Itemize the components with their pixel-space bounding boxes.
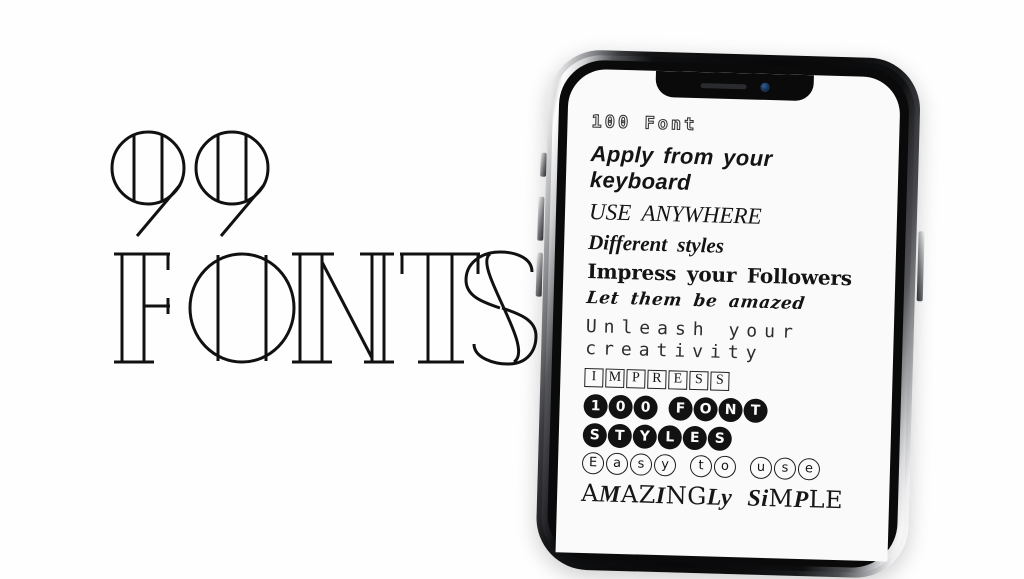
font-sample-let-them-be-amazed[interactable]: Let them be amazed <box>585 288 895 317</box>
hero-fonts-svg <box>114 250 538 366</box>
char-space <box>658 396 668 420</box>
circled-char: 0 <box>633 394 658 420</box>
front-camera-icon <box>759 82 770 92</box>
boxed-char: P <box>626 368 646 389</box>
font-sample-use-anywhere[interactable]: USE ANYWHERE <box>589 199 898 233</box>
boxed-char: E <box>668 369 688 390</box>
phone-screen: 100 Font Apply from your keyboard USE AN… <box>555 68 901 562</box>
font-sample-impress-your-followers[interactable]: Impress your Followers <box>587 259 896 291</box>
circled-char: 0 <box>608 394 633 419</box>
circled-char: N <box>718 397 743 422</box>
circled-char: a <box>605 452 629 475</box>
decorative-char <box>732 483 748 511</box>
font-sample-amazingly-simple[interactable]: AMAZINGLy SiMPLE <box>580 478 890 516</box>
circled-char: F <box>668 395 693 421</box>
hero-99-svg <box>110 130 270 237</box>
hero-word-fonts: FONTS <box>108 248 538 368</box>
circled-char: T <box>743 398 768 423</box>
boxed-char: S <box>710 371 730 391</box>
circled-char: Y <box>632 423 658 449</box>
font-sample-unleash-your-creativity[interactable]: Unleash your creativity <box>585 316 871 369</box>
font-sample-list: 100 Font Apply from your keyboard USE AN… <box>557 68 901 523</box>
font-sample-easy-to-use[interactable]: Easytouse <box>581 451 890 483</box>
circled-char: o <box>713 455 737 478</box>
font-sample-apply-from-your-keyboard[interactable]: Apply from your keyboard <box>590 141 863 200</box>
earpiece-speaker-icon <box>700 82 747 89</box>
decorative-char: Z <box>638 480 657 509</box>
boxed-char: R <box>647 369 667 389</box>
font-sample-impress-boxed[interactable]: IMPRESS <box>584 367 892 396</box>
hero-wordmark: 99 <box>0 0 545 500</box>
app-store-banner: 99 <box>0 0 1024 579</box>
hero-number-99: 99 <box>104 128 284 238</box>
decorative-char: G <box>686 481 708 511</box>
boxed-char: M <box>605 368 625 388</box>
circled-char: E <box>682 425 708 451</box>
circled-char: t <box>689 454 713 478</box>
decorative-char: A <box>620 479 640 509</box>
circled-char: e <box>797 457 821 481</box>
mute-switch[interactable] <box>540 152 547 177</box>
circled-char: s <box>773 456 797 480</box>
font-sample-different-styles[interactable]: Different styles <box>588 230 897 263</box>
volume-down-button[interactable] <box>535 252 543 297</box>
circled-char: y <box>653 453 677 477</box>
font-sample-styles-circled[interactable]: STYLES <box>582 422 891 456</box>
circled-char: S <box>582 422 608 448</box>
volume-up-button[interactable] <box>537 196 545 241</box>
char-space <box>738 456 749 478</box>
decorative-char: A <box>580 478 600 508</box>
decorative-char: S <box>747 485 762 512</box>
font-sample-100-font[interactable]: 100 Font <box>591 111 899 141</box>
circled-char: T <box>607 423 633 448</box>
circled-char: S <box>707 426 733 451</box>
boxed-char: I <box>584 367 604 388</box>
phone-notch <box>655 70 814 102</box>
boxed-char: S <box>689 370 709 391</box>
decorative-char: M <box>598 481 622 508</box>
decorative-char: N <box>665 480 688 510</box>
decorative-char: M <box>768 483 794 513</box>
phone-mockup: 100 Font Apply from your keyboard USE AN… <box>521 34 935 579</box>
circled-char: s <box>629 452 653 476</box>
decorative-char: L <box>706 484 722 511</box>
font-sample-100-font-circled[interactable]: 100FONT <box>583 393 892 427</box>
decorative-char: L <box>808 484 826 514</box>
circled-char: L <box>657 424 683 450</box>
circled-char: O <box>693 396 718 422</box>
power-button[interactable] <box>916 231 925 302</box>
char-space <box>678 454 689 476</box>
circled-char: u <box>749 456 773 479</box>
circled-char: 1 <box>583 393 608 419</box>
circled-char: E <box>581 451 605 475</box>
